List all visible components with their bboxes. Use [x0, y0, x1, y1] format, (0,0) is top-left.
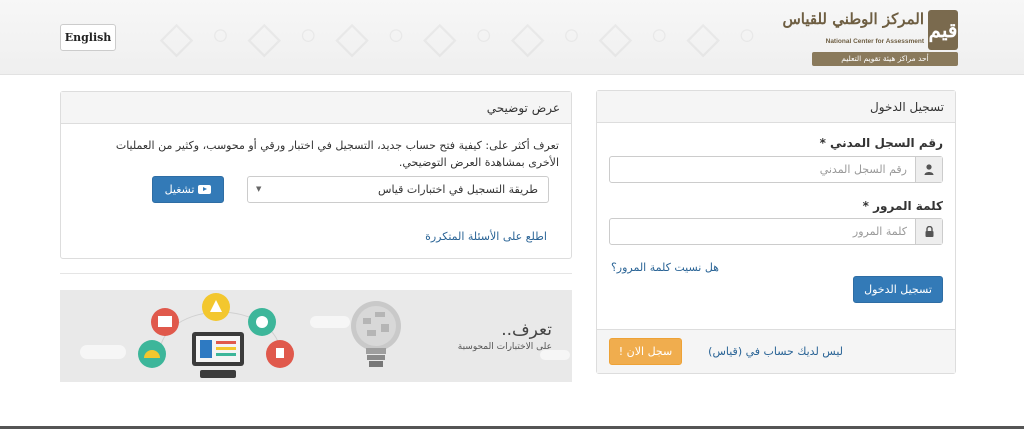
- required-mark: *: [862, 199, 869, 213]
- password-input-group: [609, 218, 943, 245]
- register-footer: ليس لديك حساب في (قياس) سجل الان !: [597, 329, 955, 373]
- play-button-label: تشغيل: [164, 183, 195, 196]
- demo-panel-title: عرض توضيحي: [61, 92, 571, 124]
- forgot-password-link[interactable]: هل نسيت كلمة المرور؟: [611, 261, 719, 274]
- login-button[interactable]: تسجيل الدخول: [853, 276, 943, 303]
- demo-description: تعرف أكثر على: كيفية فتح حساب جديد، التس…: [115, 139, 559, 169]
- divider: [60, 273, 572, 274]
- register-button[interactable]: سجل الان !: [609, 338, 682, 365]
- id-label-text: رقم السجل المدني: [830, 136, 943, 150]
- lock-icon: [915, 219, 942, 244]
- chevron-down-icon: ▼: [256, 185, 262, 193]
- play-button[interactable]: تشغيل: [152, 176, 224, 203]
- computer-illustration: [138, 293, 294, 378]
- site-logo[interactable]: قيم المركز الوطني للقياس National Center…: [782, 8, 958, 68]
- no-account-text: ليس لديك حساب في (قياس): [708, 345, 843, 358]
- demo-panel: عرض توضيحي تعرف أكثر على: كيفية فتح حساب…: [60, 91, 572, 259]
- site-header: ◦ ◇ ◦ ◇ ◦ ◇ ◦ ◇ ◦ ◇ ◦ ◇ ◦ ◇ English قيم …: [0, 0, 1024, 75]
- password-input[interactable]: [610, 219, 915, 244]
- required-mark: *: [819, 136, 826, 150]
- computerized-tests-banner[interactable]: تعرف.. على الاختبارات المحوسبة: [60, 290, 572, 382]
- password-field-label: كلمة المرور *: [863, 199, 943, 213]
- password-label-text: كلمة المرور: [873, 199, 943, 213]
- logo-mark: قيم: [928, 10, 958, 50]
- header-pattern: ◦ ◇ ◦ ◇ ◦ ◇ ◦ ◇ ◦ ◇ ◦ ◇ ◦ ◇: [120, 0, 760, 74]
- login-panel: تسجيل الدخول رقم السجل المدني * كلمة الم…: [596, 90, 956, 374]
- id-field-label: رقم السجل المدني *: [820, 136, 943, 150]
- logo-tagline: أحد مراكز هيئة تقويم التعليم: [812, 52, 958, 66]
- id-input-group: [609, 156, 943, 183]
- id-number-input[interactable]: [610, 157, 915, 182]
- logo-english-name: National Center for Assessment: [825, 38, 924, 45]
- lightbulb-icon: [351, 301, 401, 367]
- banner-subtitle: على الاختبارات المحوسبة: [457, 342, 552, 352]
- select-value: طريقة التسجيل في اختبارات قياس: [378, 183, 538, 196]
- cloud-decoration: [80, 345, 126, 359]
- user-icon: [915, 157, 942, 182]
- youtube-icon: [198, 185, 212, 194]
- demo-video-select[interactable]: طريقة التسجيل في اختبارات قياس ▼: [247, 176, 549, 203]
- language-button[interactable]: English: [60, 24, 116, 51]
- logo-arabic-name: المركز الوطني للقياس: [782, 10, 924, 28]
- cloud-decoration: [310, 316, 350, 328]
- banner-title: تعرف..: [501, 320, 552, 340]
- login-panel-title: تسجيل الدخول: [597, 91, 955, 123]
- faq-link[interactable]: اطلع على الأسئلة المتكررة: [425, 230, 547, 243]
